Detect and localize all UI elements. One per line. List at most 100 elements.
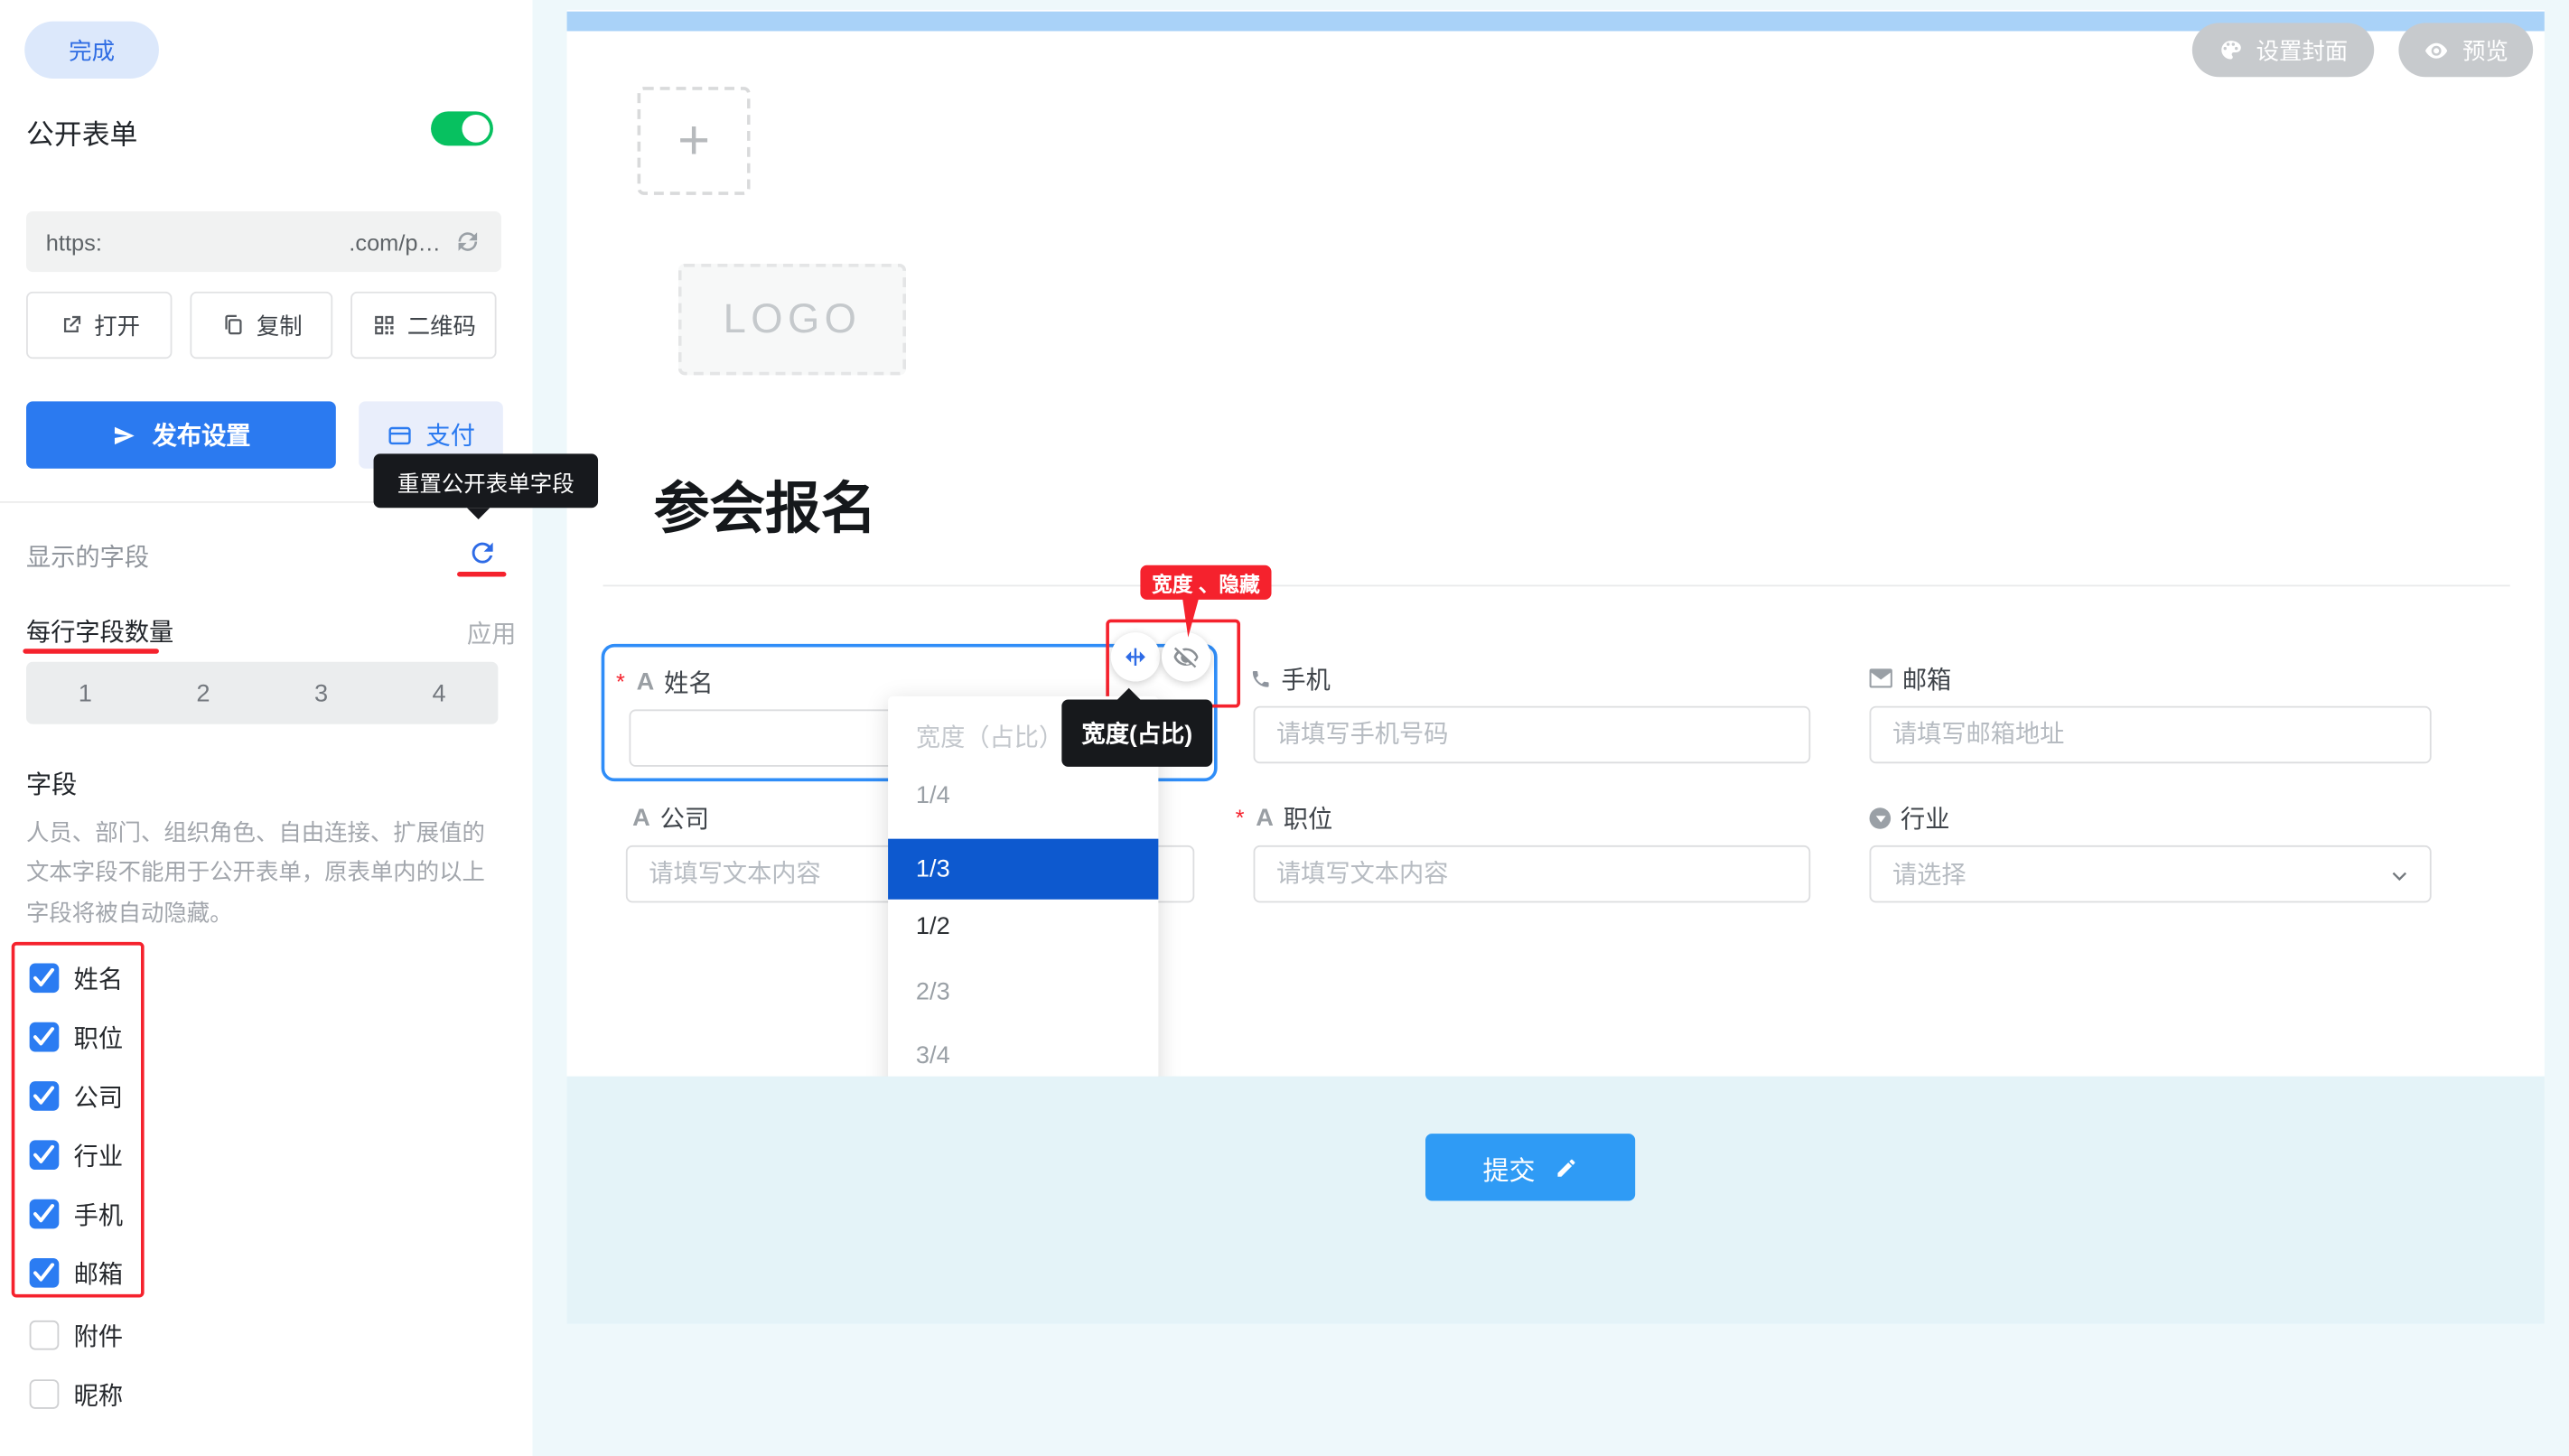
per-row-option-3[interactable]: 3 bbox=[262, 662, 380, 724]
card-icon bbox=[387, 422, 413, 448]
checkbox-unchecked-icon bbox=[30, 1379, 60, 1409]
copy-button[interactable]: 复制 bbox=[190, 292, 332, 359]
url-refresh-icon[interactable] bbox=[453, 228, 481, 256]
red-underline-annotation bbox=[457, 572, 506, 576]
public-form-label: 公开表单 bbox=[26, 111, 137, 152]
field-label-text: 邮箱 bbox=[1902, 661, 1951, 695]
form-canvas: 设置封面 预览 + LOGO 参会报名 手机 邮箱 A 公司 bbox=[567, 10, 2545, 1077]
app-root: 完成 公开表单 https: .com/p… 打开 复制 二维码 发布设置 bbox=[0, 0, 2569, 1456]
per-row-option-2[interactable]: 2 bbox=[145, 662, 263, 724]
fields-note: 人员、部门、组织角色、自由连接、扩展值的文本字段不能用于公开表单，原表单内的以上… bbox=[26, 813, 503, 933]
open-button-label: 打开 bbox=[94, 309, 140, 341]
qrcode-button-label: 二维码 bbox=[407, 309, 476, 341]
external-link-icon bbox=[58, 313, 82, 337]
fields-per-row-label: 每行字段数量 bbox=[26, 614, 173, 649]
url-scheme: https: bbox=[46, 229, 102, 255]
toggle-knob bbox=[462, 115, 490, 143]
text-type-icon: A bbox=[637, 667, 655, 695]
dropdown-option-2-3[interactable]: 2/3 bbox=[888, 978, 1158, 1006]
open-button[interactable]: 打开 bbox=[26, 292, 172, 359]
copy-icon bbox=[220, 313, 245, 337]
required-asterisk: * bbox=[1236, 806, 1245, 828]
field-label-mobile: 手机 bbox=[1250, 664, 1331, 694]
field-label-position: * A 职位 bbox=[1236, 803, 1333, 833]
qrcode-icon bbox=[371, 313, 396, 337]
fields-per-row-segment: 1 2 3 4 bbox=[26, 662, 498, 724]
red-underline-annotation bbox=[23, 649, 159, 653]
logo-placeholder-text: LOGO bbox=[724, 295, 862, 343]
public-form-toggle[interactable] bbox=[431, 111, 493, 145]
red-annotation-bubble: 宽度 、隐藏 bbox=[1140, 565, 1271, 600]
send-icon bbox=[111, 422, 137, 448]
chevron-down-icon bbox=[2389, 865, 2411, 887]
tooltip-arrow bbox=[1117, 688, 1140, 700]
publish-settings-button[interactable]: 发布设置 bbox=[26, 401, 336, 468]
done-button-label: 完成 bbox=[69, 33, 115, 66]
field-label-email: 邮箱 bbox=[1870, 664, 1952, 694]
reset-fields-tooltip: 重置公开表单字段 bbox=[374, 453, 598, 508]
field-label-name: * A 姓名 bbox=[616, 667, 714, 696]
select-type-icon bbox=[1870, 807, 1892, 828]
palette-icon bbox=[2219, 38, 2243, 62]
set-cover-label: 设置封面 bbox=[2256, 33, 2349, 66]
field-label-text: 公司 bbox=[660, 800, 709, 835]
dropdown-option-1-4[interactable]: 1/4 bbox=[888, 781, 1158, 809]
red-annotation-text: 宽度 、隐藏 bbox=[1152, 567, 1260, 598]
per-row-option-1[interactable]: 1 bbox=[26, 662, 145, 724]
per-row-option-4[interactable]: 4 bbox=[380, 662, 499, 724]
checkbox-unchecked-icon bbox=[30, 1321, 60, 1350]
text-type-icon: A bbox=[632, 804, 650, 832]
form-title: 参会报名 bbox=[654, 463, 877, 544]
tooltip-arrow bbox=[467, 508, 490, 519]
submit-button-label: 提交 bbox=[1482, 1148, 1535, 1188]
done-button[interactable]: 完成 bbox=[24, 22, 159, 79]
apply-button[interactable]: 应用 bbox=[467, 616, 516, 650]
eye-icon bbox=[2424, 37, 2450, 63]
copy-button-label: 复制 bbox=[257, 309, 303, 341]
width-ratio-tooltip: 宽度(占比) bbox=[1061, 699, 1212, 766]
required-asterisk: * bbox=[616, 670, 625, 693]
plus-icon: + bbox=[677, 109, 710, 173]
submit-button[interactable]: 提交 bbox=[1425, 1134, 1635, 1200]
dropdown-option-1-3-selected[interactable]: 1/3 bbox=[888, 839, 1158, 900]
field-label-text: 行业 bbox=[1901, 800, 1949, 835]
position-input[interactable] bbox=[1254, 845, 1811, 902]
field-label-industry: 行业 bbox=[1870, 803, 1950, 833]
checkbox-label: 附件 bbox=[74, 1318, 123, 1352]
pencil-icon bbox=[1555, 1156, 1577, 1179]
field-checkbox-attachment[interactable]: 附件 bbox=[30, 1321, 358, 1350]
title-divider bbox=[603, 585, 2509, 587]
public-url-field[interactable]: https: .com/p… bbox=[26, 211, 501, 272]
phone-icon bbox=[1250, 667, 1272, 689]
dropdown-header: 宽度（占比） bbox=[916, 719, 1063, 753]
set-cover-button[interactable]: 设置封面 bbox=[2192, 23, 2374, 77]
publish-settings-label: 发布设置 bbox=[153, 418, 251, 453]
field-checkbox-nickname[interactable]: 昵称 bbox=[30, 1379, 358, 1409]
qrcode-button[interactable]: 二维码 bbox=[350, 292, 496, 359]
sidebar: 完成 公开表单 https: .com/p… 打开 复制 二维码 发布设置 bbox=[0, 0, 532, 1456]
pay-button-label: 支付 bbox=[426, 418, 475, 453]
dropdown-option-3-4[interactable]: 3/4 bbox=[888, 1042, 1158, 1070]
width-ratio-tooltip-text: 宽度(占比) bbox=[1081, 716, 1192, 751]
text-type-icon: A bbox=[1256, 804, 1274, 832]
checkbox-label: 昵称 bbox=[74, 1377, 123, 1411]
preview-button[interactable]: 预览 bbox=[2398, 23, 2533, 77]
email-input[interactable] bbox=[1870, 706, 2432, 763]
fields-section-header: 字段 bbox=[26, 765, 77, 801]
industry-select[interactable]: 请选择 bbox=[1870, 845, 2432, 902]
field-label-text: 姓名 bbox=[664, 664, 713, 698]
logo-placeholder[interactable]: LOGO bbox=[678, 264, 906, 375]
url-suffix: .com/p… bbox=[349, 229, 441, 255]
shown-fields-label: 显示的字段 bbox=[26, 539, 149, 574]
field-label-company: A 公司 bbox=[632, 803, 709, 833]
industry-select-placeholder: 请选择 bbox=[1892, 857, 1966, 891]
red-rect-annotation bbox=[12, 942, 145, 1298]
preview-label: 预览 bbox=[2462, 33, 2508, 66]
mail-icon bbox=[1870, 668, 1892, 688]
field-label-text: 职位 bbox=[1284, 800, 1332, 835]
dropdown-option-1-2[interactable]: 1/2 bbox=[888, 912, 1158, 940]
mobile-input[interactable] bbox=[1254, 706, 1811, 763]
field-label-text: 手机 bbox=[1281, 661, 1330, 695]
reset-fields-icon[interactable] bbox=[463, 534, 500, 570]
add-cover-placeholder[interactable]: + bbox=[638, 87, 751, 195]
